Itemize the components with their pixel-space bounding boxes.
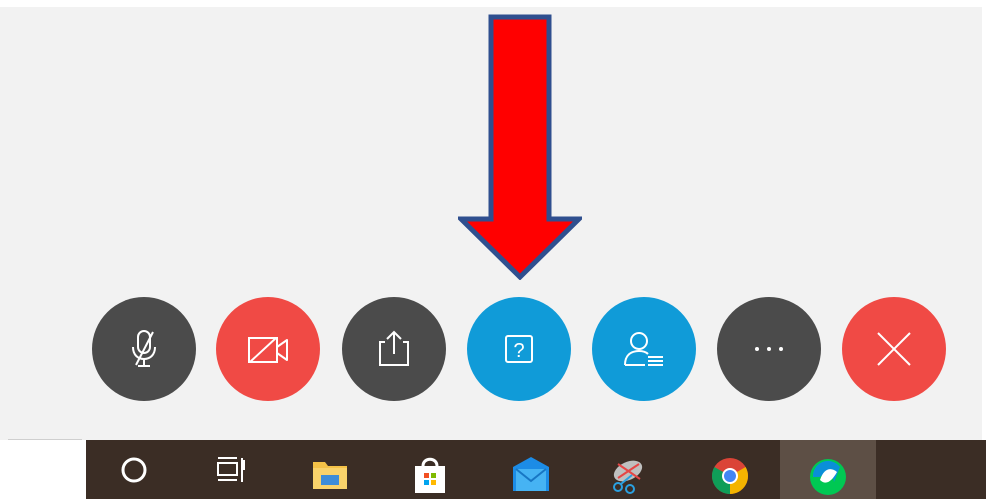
start-video-button[interactable] [216, 297, 320, 401]
leave-button[interactable] [842, 297, 946, 401]
desktop-screen: ? [0, 0, 986, 499]
share-button[interactable] [342, 297, 446, 401]
chrome-icon [711, 458, 749, 494]
participants-button[interactable] [592, 297, 696, 401]
participants-list-icon [624, 332, 663, 366]
windows-taskbar [86, 440, 986, 499]
taskbar-file-explorer[interactable] [282, 440, 378, 499]
taskbar-task-view[interactable] [182, 440, 278, 499]
store-bag-icon [415, 457, 445, 493]
taskbar-microsoft-store[interactable] [382, 440, 478, 499]
share-upload-icon [379, 330, 409, 366]
video-off-icon [248, 337, 288, 363]
scissors-icon [613, 460, 643, 494]
question-mark-text: ? [513, 340, 524, 362]
meeting-control-bar: ? [0, 0, 986, 440]
taskbar-webex[interactable] [780, 440, 876, 499]
taskbar-mail[interactable] [483, 440, 579, 499]
close-icon [877, 332, 911, 366]
circle-search-icon [121, 457, 147, 483]
question-icon: ? [505, 335, 533, 363]
taskbar-chrome[interactable] [682, 440, 778, 499]
taskbar-cortana-search[interactable] [86, 440, 182, 499]
microphone-muted-icon [132, 330, 156, 367]
webex-icon [810, 459, 846, 495]
taskbar-snipping-tool[interactable] [582, 440, 678, 499]
more-horizontal-icon [755, 347, 783, 351]
mail-envelope-icon [513, 457, 549, 491]
help-button[interactable]: ? [467, 297, 571, 401]
task-view-icon [217, 457, 245, 482]
mute-button[interactable] [92, 297, 196, 401]
more-options-button[interactable] [717, 297, 821, 401]
folder-icon [313, 462, 347, 489]
screen-bottom-left-edge [0, 440, 86, 499]
